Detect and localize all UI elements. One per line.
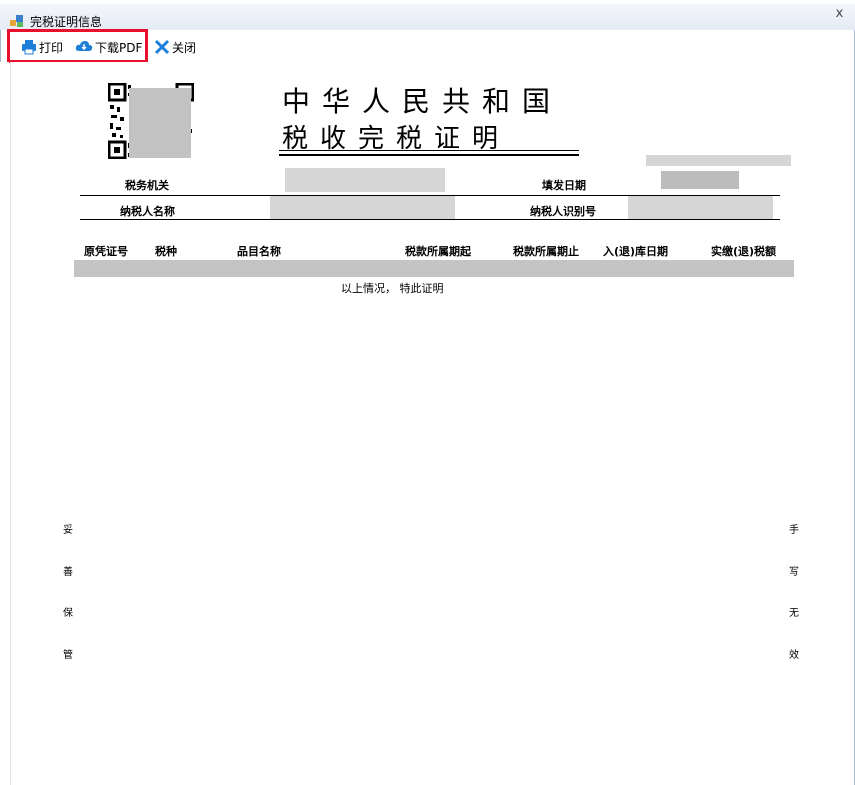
table-row-redacted: [74, 260, 794, 277]
column-header: 原凭证号: [84, 245, 128, 258]
app-icon: [10, 15, 23, 27]
fill-date-label: 填发日期: [542, 179, 586, 192]
toolbar-highlight-box: [7, 29, 148, 63]
redacted-block: [646, 155, 791, 166]
taxpayer-name-label: 纳税人名称: [120, 205, 175, 218]
qr-redaction: [129, 88, 191, 158]
redacted-block: [661, 171, 739, 189]
tax-office-label: 税务机关: [125, 179, 169, 192]
column-header: 税款所属期止: [513, 245, 579, 258]
closing-note: 以上情况， 特此证明: [341, 282, 444, 295]
left-margin: [0, 62, 9, 785]
side-text-right: 无: [789, 608, 799, 619]
close-x-icon: [154, 39, 170, 55]
column-header: 品目名称: [237, 245, 281, 258]
row-divider: [80, 195, 780, 196]
redacted-block: [285, 168, 445, 192]
row-divider: [80, 219, 780, 220]
redacted-block: [270, 196, 455, 220]
close-icon: x: [835, 6, 844, 21]
close-button[interactable]: 关闭: [154, 38, 196, 56]
column-header: 实缴(退)税额: [711, 245, 777, 258]
window-close-button[interactable]: x: [824, 4, 855, 22]
side-text-left: 保: [63, 608, 73, 619]
taxpayer-id-label: 纳税人识别号: [530, 205, 596, 218]
title-underline-thin: [279, 150, 579, 151]
side-text-left: 妥: [63, 525, 73, 536]
column-header: 入(退)库日期: [603, 245, 669, 258]
side-text-right: 效: [789, 650, 799, 661]
window-title: 完税证明信息: [30, 15, 103, 29]
side-text-right: 手: [789, 525, 799, 536]
column-header: 税款所属期起: [405, 245, 471, 258]
column-header: 税种: [155, 245, 177, 258]
certificate-title-line1: 中华人民共和国: [282, 85, 563, 118]
side-text-left: 善: [63, 567, 73, 578]
close-label: 关闭: [172, 40, 197, 55]
title-underline-thick: [279, 154, 579, 156]
window-titlebar: 完税证明信息: [0, 4, 855, 30]
side-text-right: 写: [789, 567, 799, 578]
redacted-block: [628, 196, 773, 220]
side-text-left: 管: [63, 650, 73, 661]
